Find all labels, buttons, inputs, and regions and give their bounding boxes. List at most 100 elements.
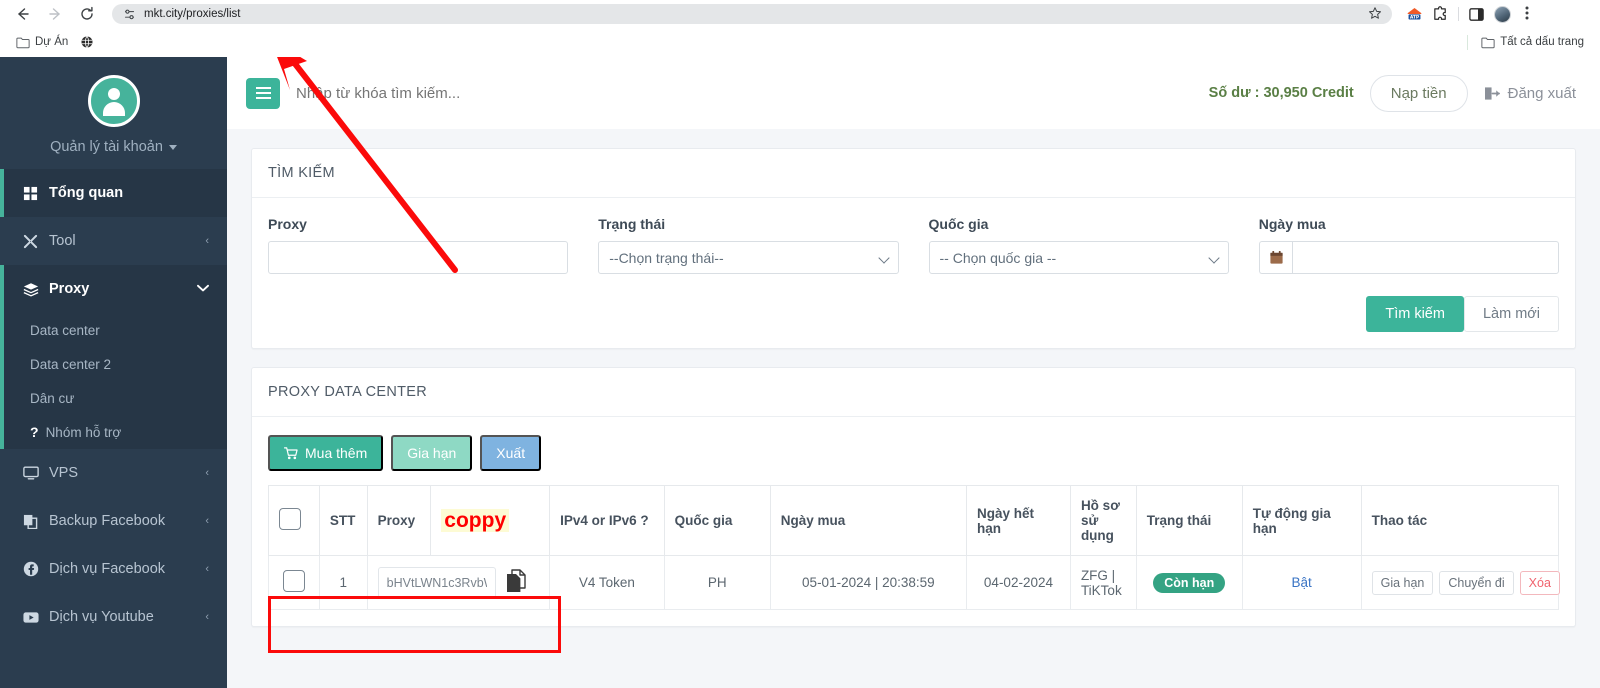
filter-proxy: Proxy xyxy=(268,216,569,274)
side-panel-icon[interactable] xyxy=(1468,6,1485,23)
chevron-left-icon: ‹ xyxy=(205,467,209,479)
sidebar-item-tool[interactable]: Tool ‹ xyxy=(0,217,227,265)
back-button[interactable] xyxy=(8,0,38,28)
sidebar-item-dich-vu-youtube[interactable]: Dịch vụ Youtube ‹ xyxy=(0,593,227,641)
tools-icon xyxy=(22,234,39,249)
filter-country: Quốc gia -- Chọn quốc gia -- xyxy=(928,216,1229,274)
account-menu[interactable]: Quản lý tài khoản xyxy=(50,139,177,155)
balance-text: Số dư : 30,950 Credit xyxy=(1208,85,1354,101)
row-renew-button[interactable]: Gia hạn xyxy=(1371,570,1434,595)
buy-more-button[interactable]: Mua thêm xyxy=(268,435,384,471)
hamburger-icon-line xyxy=(255,97,271,99)
cell-auto-renew: Bật xyxy=(1241,555,1362,610)
table-card-body: Mua thêm Gia hạn Xuất STT Proxy coppy IP… xyxy=(252,417,1575,626)
puzzle-extension-icon[interactable] xyxy=(1432,5,1449,23)
svg-text:ATP: ATP xyxy=(1410,14,1420,20)
row-transfer-button[interactable]: Chuyển đi xyxy=(1439,570,1514,595)
sidebar-item-label: VPS xyxy=(49,465,79,481)
all-bookmarks-button[interactable]: Tất cả dấu trang xyxy=(1475,34,1590,51)
logout-button[interactable]: Đăng xuất xyxy=(1484,85,1576,102)
row-delete-button[interactable]: Xóa xyxy=(1519,570,1560,595)
atp-extension-icon[interactable]: ATP xyxy=(1406,6,1423,23)
bookmark-item-globe[interactable] xyxy=(74,33,100,51)
select-all-header xyxy=(268,485,320,556)
proxy-token-input[interactable] xyxy=(377,567,496,598)
table-body: 1 bHVtLWN1c3RvbWVy V4 Token PH 05-01-202… xyxy=(268,555,1560,610)
search-button[interactable]: Tìm kiếm xyxy=(1366,296,1464,332)
hamburger-icon-line xyxy=(255,92,271,94)
calendar-icon[interactable] xyxy=(1258,241,1293,274)
copy-icon[interactable] xyxy=(505,569,527,596)
bookmark-label: Dự Án xyxy=(35,36,69,48)
auto-renew-toggle-link[interactable]: Bật xyxy=(1292,575,1312,590)
cell-status: Còn hạn xyxy=(1135,555,1243,610)
row-checkbox[interactable] xyxy=(282,570,305,592)
browser-toolbar: mkt.city/proxies/list ATP xyxy=(0,0,1600,28)
status-select[interactable]: --Chọn trạng thái-- xyxy=(598,241,899,274)
forward-button[interactable] xyxy=(40,0,70,28)
buy-more-label: Mua thêm xyxy=(305,445,368,461)
logout-label: Đăng xuất xyxy=(1507,84,1576,102)
col-stt: STT xyxy=(318,485,368,556)
buy-date-input[interactable] xyxy=(1292,241,1559,274)
main-area: Số dư : 30,950 Credit Nạp tiền Đăng xuất… xyxy=(227,57,1600,688)
sidebar-item-proxy[interactable]: Proxy xyxy=(0,265,227,313)
question-mark-icon: ? xyxy=(30,424,39,440)
filter-proxy-label: Proxy xyxy=(268,216,307,232)
select-all-checkbox[interactable] xyxy=(279,508,301,530)
row-action-buttons: Gia hạn Chuyển đi Xóa xyxy=(1371,570,1560,595)
country-select[interactable]: -- Chọn quốc gia -- xyxy=(928,241,1229,274)
chevron-left-icon: ‹ xyxy=(205,235,209,247)
sidebar-profile[interactable]: Quản lý tài khoản xyxy=(0,57,227,169)
col-proxy: Proxy xyxy=(366,485,432,556)
proxy-table-card: PROXY DATA CENTER Mua thêm Gia hạn Xuất … xyxy=(251,367,1576,627)
bookmark-item-du-an[interactable]: Dự Án xyxy=(10,34,74,51)
all-bookmarks-label: Tất cả dấu trang xyxy=(1500,36,1584,48)
page-content: TÌM KIẾM Proxy Trạng thái --Chọn trạng t… xyxy=(227,129,1600,688)
sidebar-item-vps[interactable]: VPS ‹ xyxy=(0,449,227,497)
sidebar-subitem-data-center-2[interactable]: Data center 2 xyxy=(4,347,227,381)
site-settings-icon[interactable] xyxy=(122,7,136,21)
bookmarks-overflow: Tất cả dấu trang xyxy=(1467,34,1590,51)
account-menu-label: Quản lý tài khoản xyxy=(50,139,163,155)
bookmark-star-icon[interactable] xyxy=(1360,6,1382,23)
extensions-area: ATP xyxy=(1400,5,1534,24)
kebab-menu-icon[interactable] xyxy=(1520,5,1534,24)
sidebar-item-dich-vu-facebook[interactable]: Dịch vụ Facebook ‹ xyxy=(0,545,227,593)
chevron-left-icon: ‹ xyxy=(205,515,209,527)
sidebar-toggle-button[interactable] xyxy=(246,77,280,109)
col-auto-renew: Tự động gia hạn xyxy=(1241,485,1362,556)
col-buy-date: Ngày mua xyxy=(769,485,967,556)
table-row: 1 bHVtLWN1c3RvbWVy V4 Token PH 05-01-202… xyxy=(268,555,1560,610)
sidebar-subitem-label: Data center xyxy=(30,322,100,338)
avatar xyxy=(87,75,140,127)
sidebar-item-tong-quan[interactable]: Tổng quan xyxy=(0,169,227,217)
global-search-input[interactable] xyxy=(296,84,1193,102)
filter-buy-date-label: Ngày mua xyxy=(1258,216,1326,232)
sidebar-subitem-data-center[interactable]: Data center xyxy=(4,313,227,347)
cell-country: PH xyxy=(663,555,771,610)
logout-icon xyxy=(1484,86,1500,100)
filter-country-label: Quốc gia xyxy=(928,216,989,232)
export-button[interactable]: Xuất xyxy=(480,435,542,471)
back-arrow-icon xyxy=(18,8,29,20)
sidebar-item-label: Tổng quan xyxy=(49,185,124,201)
sidebar-item-label: Dịch vụ Youtube xyxy=(49,609,154,625)
address-bar[interactable]: mkt.city/proxies/list xyxy=(112,4,1392,24)
col-status: Trạng thái xyxy=(1135,485,1243,556)
cart-icon xyxy=(284,446,298,459)
sidebar-item-backup-facebook[interactable]: Backup Facebook ‹ xyxy=(0,497,227,545)
bookmarks-bar: Dự Án Tất cả dấu trang xyxy=(0,28,1600,57)
profile-avatar[interactable] xyxy=(1494,5,1511,23)
user-icon xyxy=(99,86,129,116)
reset-button[interactable]: Làm mới xyxy=(1463,296,1559,332)
reload-button[interactable] xyxy=(72,0,102,28)
proxy-input[interactable] xyxy=(268,241,569,274)
sidebar-subitem-nhom-ho-tro[interactable]: ? Nhóm hỗ trợ xyxy=(4,415,227,449)
deposit-button[interactable]: Nạp tiền xyxy=(1369,74,1468,112)
dashboard-icon xyxy=(22,186,39,201)
renew-button[interactable]: Gia hạn xyxy=(391,435,473,471)
sidebar-subitem-dan-cu[interactable]: Dân cư xyxy=(4,381,227,415)
bookmarks-divider xyxy=(1467,34,1469,50)
sidebar-item-label: Backup Facebook xyxy=(49,513,166,529)
